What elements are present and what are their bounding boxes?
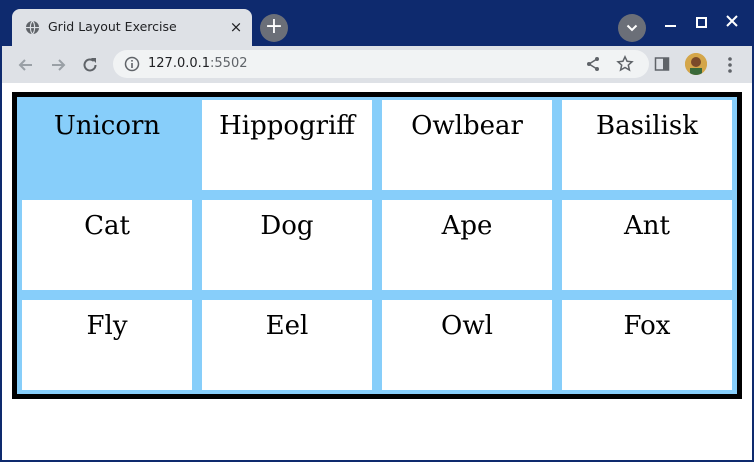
star-icon[interactable] — [616, 55, 634, 73]
grid-cell-hippogriff: Hippogriff — [202, 100, 372, 190]
tab-search-button[interactable] — [618, 14, 646, 42]
maximize-button[interactable] — [696, 17, 707, 28]
grid-cell-dog: Dog — [202, 200, 372, 290]
grid-cell-ape: Ape — [382, 200, 552, 290]
browser-window: Grid Layout Exercise × + 127.0.0.1:5502 … — [0, 0, 754, 462]
grid-cell-unicorn: Unicorn — [22, 100, 192, 190]
new-tab-button[interactable]: + — [260, 14, 288, 42]
avatar-image — [685, 53, 707, 75]
tab-strip: Grid Layout Exercise × + — [0, 0, 754, 46]
globe-icon — [25, 20, 40, 35]
grid-cell-cat: Cat — [22, 200, 192, 290]
avatar[interactable] — [685, 53, 707, 75]
grid-cell-fly: Fly — [22, 300, 192, 390]
grid-cell-ant: Ant — [562, 200, 732, 290]
reload-icon[interactable] — [80, 55, 100, 75]
forward-arrow-icon[interactable] — [48, 55, 68, 75]
info-icon[interactable] — [124, 56, 140, 72]
grid-cell-owl: Owl — [382, 300, 552, 390]
grid-cell-fox: Fox — [562, 300, 732, 390]
address-bar[interactable]: 127.0.0.1:5502 — [113, 50, 649, 78]
tab-grid-layout-exercise[interactable]: Grid Layout Exercise × — [12, 9, 252, 46]
back-arrow-icon[interactable] — [16, 55, 36, 75]
share-icon[interactable] — [585, 56, 601, 72]
url-text: 127.0.0.1:5502 — [148, 56, 248, 71]
url-host: 127.0.0.1 — [148, 56, 211, 71]
menu-dots-icon[interactable] — [722, 55, 738, 75]
chevron-down-icon — [626, 24, 638, 32]
window-close-button[interactable] — [725, 14, 739, 32]
grid-cell-basilisk: Basilisk — [562, 100, 732, 190]
grid-cell-eel: Eel — [202, 300, 372, 390]
side-panel-icon[interactable] — [654, 56, 670, 72]
grid-container: Unicorn Hippogriff Owlbear Basilisk Cat … — [12, 92, 742, 399]
browser-toolbar: 127.0.0.1:5502 — [2, 46, 752, 83]
minimize-button[interactable] — [664, 14, 678, 34]
close-icon — [726, 15, 738, 27]
page-content: Unicorn Hippogriff Owlbear Basilisk Cat … — [2, 83, 752, 460]
grid-cell-owlbear: Owlbear — [382, 100, 552, 190]
tab-close-icon[interactable]: × — [228, 19, 244, 35]
url-port: :5502 — [210, 56, 248, 71]
tab-title: Grid Layout Exercise — [48, 19, 177, 34]
